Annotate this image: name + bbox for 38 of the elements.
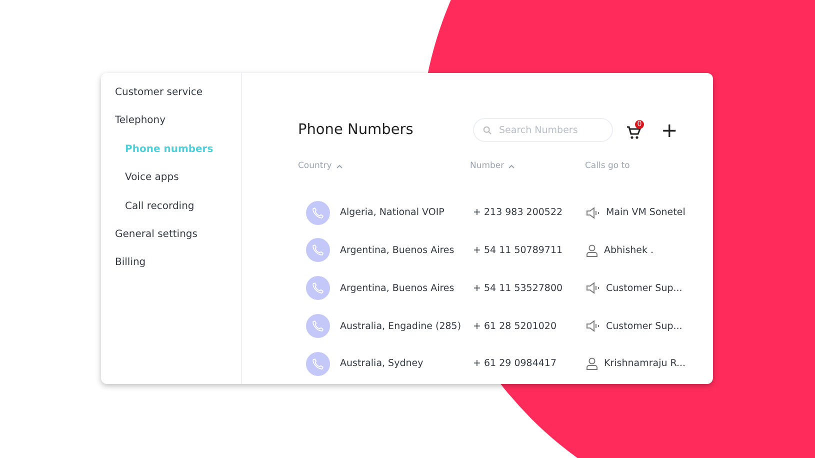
search-field[interactable]: Search Numbers — [473, 118, 613, 142]
destination-cell: Customer Sup... — [606, 282, 682, 294]
phone-icon — [306, 352, 330, 376]
person-icon — [586, 244, 598, 257]
country-cell: Algeria, National VOIP — [340, 207, 444, 218]
destination-cell: Abhishek . — [604, 244, 654, 256]
sidebar-item[interactable]: General settings — [101, 226, 241, 254]
country-cell: Australia, Engadine (285) — [340, 320, 462, 332]
sidebar-item[interactable]: Billing — [101, 254, 241, 283]
speaker-icon — [586, 320, 600, 332]
sort-caret-icon — [336, 164, 343, 168]
sort-caret-icon — [508, 164, 516, 168]
number-cell-text: + 54 11 50789711 — [472, 244, 564, 258]
column-header: Calls go to — [585, 160, 631, 173]
phone-icon — [306, 238, 330, 262]
phone-icon — [306, 276, 330, 300]
sidebar-item[interactable]: Telephony — [101, 112, 241, 141]
number-cell-text: + 61 29 0984417 — [472, 357, 558, 372]
number-cell-text: + 213 983 200522 — [472, 206, 564, 220]
cart-icon — [626, 124, 642, 140]
sidebar-item[interactable]: Voice apps — [101, 169, 241, 198]
country-cell: Australia, Sydney — [340, 358, 424, 370]
add-button[interactable]: + — [659, 120, 680, 140]
speaker-icon — [586, 206, 600, 219]
number-cell-text: + 54 11 53527800 — [472, 282, 564, 296]
country-cell: Argentina, Buenos Aires — [340, 282, 454, 294]
page-title: Phone Numbers — [298, 122, 414, 138]
destination-cell: Customer Sup... — [606, 320, 682, 332]
speaker-icon — [586, 282, 600, 294]
number-cell-text: + 61 28 5201020 — [472, 320, 558, 334]
phone-icon — [306, 200, 330, 225]
sidebar-item[interactable]: Customer service — [101, 84, 241, 112]
destination-cell: Main VM Sonetel — [606, 207, 686, 218]
country-cell: Argentina, Buenos Aires — [340, 244, 454, 256]
sidebar-item[interactable]: Call recording — [101, 198, 241, 226]
phone-icon — [306, 314, 330, 338]
destination-cell: Krishnamraju R... — [604, 358, 686, 370]
person-icon — [586, 357, 598, 370]
